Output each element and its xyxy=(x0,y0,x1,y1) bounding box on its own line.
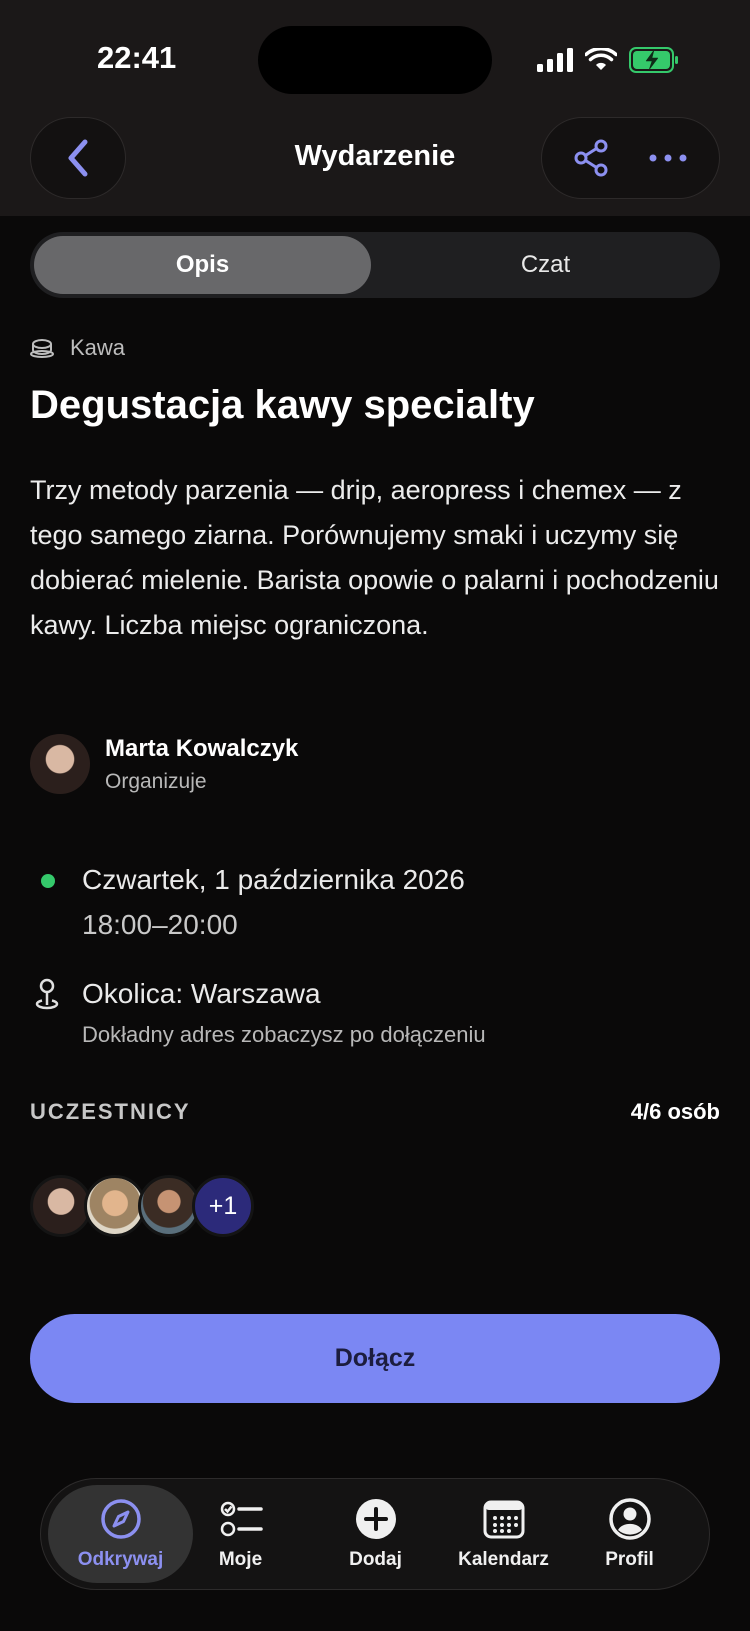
top-bar: 22:41 Wydarzenie xyxy=(0,0,750,216)
wifi-icon xyxy=(585,48,617,70)
status-dot xyxy=(41,874,55,888)
participants-count: 4/6 osób xyxy=(630,1099,720,1124)
status-time: 22:41 xyxy=(97,40,177,75)
category-label: Kawa xyxy=(70,335,126,360)
join-button[interactable]: Dołącz xyxy=(30,1314,720,1403)
organizer-role: Organizuje xyxy=(105,769,207,793)
nav-profil[interactable]: Profil xyxy=(557,1485,702,1583)
location-pin-icon xyxy=(35,978,59,1010)
nav-label: Odkrywaj xyxy=(77,1549,164,1570)
event-category: Kawa xyxy=(30,335,125,361)
nav-label: Moje xyxy=(218,1549,263,1570)
bottom-nav: Odkrywaj Moje Dodaj Kalendarz Profil xyxy=(40,1478,710,1590)
compass-icon xyxy=(100,1499,141,1539)
tab-opis[interactable]: Opis xyxy=(34,236,371,294)
dynamic-island xyxy=(258,26,492,94)
nav-kalendarz[interactable]: Kalendarz xyxy=(431,1485,576,1583)
nav-label: Kalendarz xyxy=(458,1549,549,1570)
share-icon[interactable] xyxy=(573,139,609,177)
signal-icon xyxy=(537,48,573,72)
participant-avatar[interactable] xyxy=(30,1175,92,1237)
status-icons xyxy=(537,46,679,74)
battery-charging-icon xyxy=(629,47,678,73)
calendar-icon xyxy=(483,1500,524,1539)
organizer[interactable]: Marta Kowalczyk Organizuje xyxy=(30,734,298,794)
nav-label: Dodaj xyxy=(349,1549,402,1570)
more-icon[interactable] xyxy=(648,153,688,163)
location-note: Dokładny adres zobaczysz po dołączeniu xyxy=(82,1022,486,1047)
tab-czat[interactable]: Czat xyxy=(375,236,716,294)
event-date: Czwartek, 1 października 2026 xyxy=(82,864,465,895)
organizer-name: Marta Kowalczyk xyxy=(105,734,299,762)
nav-moje[interactable]: Moje xyxy=(168,1485,313,1583)
nav-label: Profil xyxy=(605,1549,654,1570)
participant-avatar[interactable] xyxy=(138,1175,200,1237)
organizer-avatar xyxy=(30,734,90,794)
profile-icon xyxy=(608,1498,651,1540)
event-time: 18:00–20:00 xyxy=(82,909,238,940)
event-description: Trzy metody parzenia — drip, aeropress i… xyxy=(30,475,719,640)
participants-more[interactable]: +1 xyxy=(192,1175,254,1237)
participants-label: UCZESTNICY xyxy=(30,1099,191,1124)
participant-avatar[interactable] xyxy=(84,1175,146,1237)
event-title: Degustacja kawy specialty xyxy=(30,383,535,427)
header-actions xyxy=(541,117,720,199)
checklist-icon xyxy=(220,1501,263,1537)
nav-dodaj[interactable]: Dodaj xyxy=(303,1485,448,1583)
segmented-control: Opis Czat xyxy=(30,232,720,298)
plus-circle-icon xyxy=(355,1499,396,1539)
coffee-cup-icon xyxy=(30,339,54,358)
event-location: Okolica: Warszawa xyxy=(82,978,321,1009)
